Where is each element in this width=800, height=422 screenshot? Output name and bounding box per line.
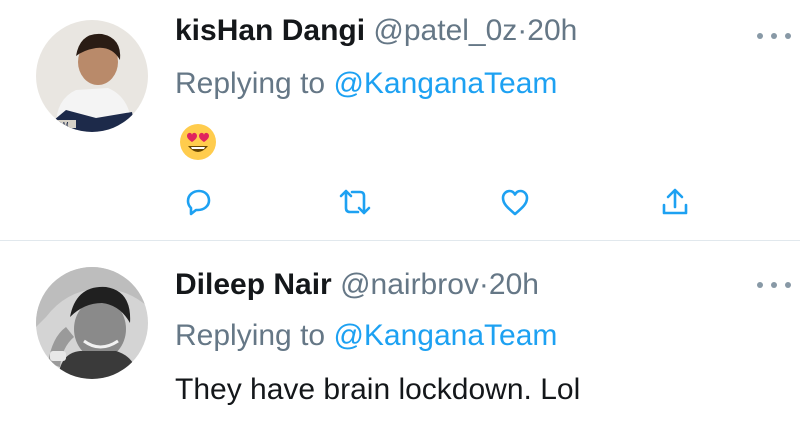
- retweet-icon[interactable]: [335, 182, 375, 222]
- avatar[interactable]: [36, 267, 148, 379]
- timestamp[interactable]: 20h: [489, 268, 539, 301]
- dot: [785, 282, 791, 288]
- replying-mention-link[interactable]: @KanganaTeam: [333, 319, 557, 352]
- tweet-2[interactable]: Dileep Nair @nairbrov·20h Replying to @K…: [0, 241, 800, 422]
- tweet-actions: [0, 182, 800, 222]
- author-name[interactable]: Dileep Nair: [175, 268, 332, 301]
- more-options-icon[interactable]: [757, 275, 791, 295]
- dot: [757, 33, 763, 39]
- heart-eyes-emoji: [178, 122, 218, 162]
- dot: [771, 33, 777, 39]
- more-options-icon[interactable]: [757, 26, 791, 46]
- replying-to: Replying to @KanganaTeam: [175, 66, 557, 102]
- dot: [757, 282, 763, 288]
- separator: ·: [478, 268, 489, 301]
- author-handle[interactable]: @patel_0z: [373, 14, 517, 47]
- replying-to: Replying to @KanganaTeam: [175, 318, 557, 354]
- author-handle[interactable]: @nairbrov: [340, 268, 479, 301]
- like-icon[interactable]: [495, 182, 535, 222]
- avatar[interactable]: NAM: [36, 20, 148, 132]
- replying-prefix: Replying to: [175, 319, 326, 352]
- replying-prefix: Replying to: [175, 67, 326, 100]
- timestamp[interactable]: 20h: [527, 14, 577, 47]
- tweet-text: They have brain lockdown. Lol: [175, 373, 581, 406]
- separator: ·: [517, 14, 528, 47]
- tweet-1[interactable]: NAM kisHan Dangi @patel_0z·20h Replying …: [0, 0, 800, 240]
- svg-text:NAM: NAM: [53, 122, 69, 129]
- avatar-photo: [36, 267, 148, 379]
- dot: [785, 33, 791, 39]
- avatar-photo: NAM: [36, 20, 148, 132]
- replying-mention-link[interactable]: @KanganaTeam: [333, 67, 557, 100]
- tweet-header: Dileep Nair @nairbrov·20h: [175, 267, 539, 303]
- reply-icon[interactable]: [178, 182, 218, 222]
- tweet-header: kisHan Dangi @patel_0z·20h: [175, 13, 577, 49]
- author-name[interactable]: kisHan Dangi: [175, 14, 365, 47]
- dot: [771, 282, 777, 288]
- share-icon[interactable]: [655, 182, 695, 222]
